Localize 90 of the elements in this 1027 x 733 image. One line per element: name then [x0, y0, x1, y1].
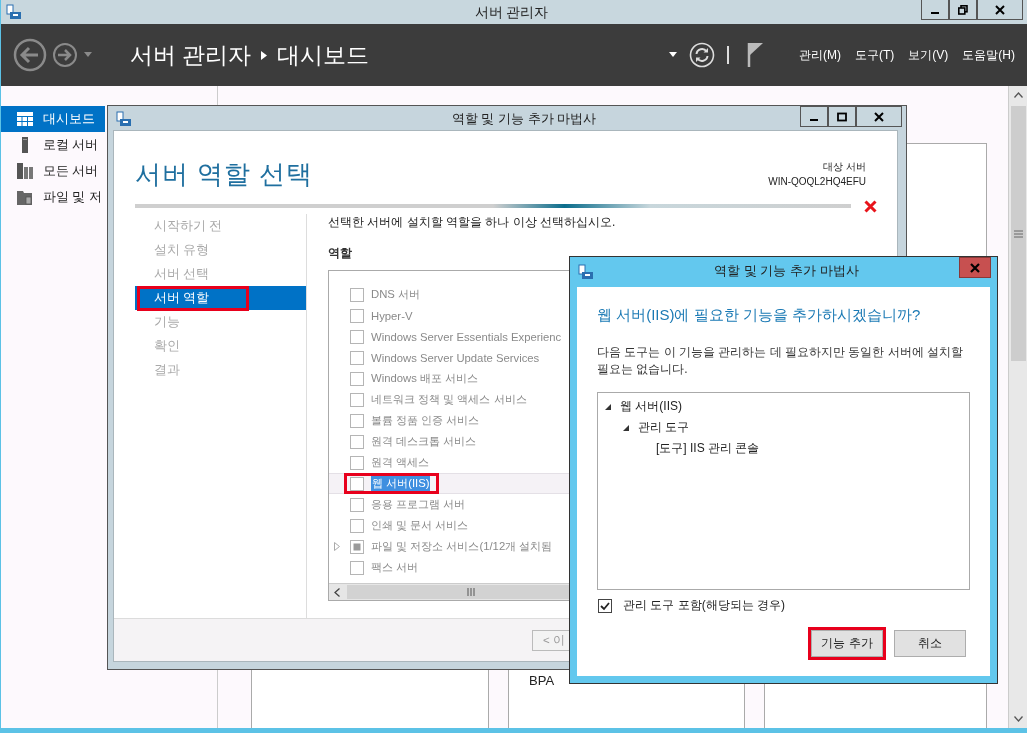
close-button[interactable]	[856, 106, 902, 127]
dialog-button[interactable]: 취소	[894, 630, 966, 657]
menu-item[interactable]: 보기(V)	[908, 46, 949, 64]
checkbox[interactable]	[350, 560, 364, 575]
flag-icon[interactable]	[747, 42, 765, 68]
dashboard-icon	[17, 112, 33, 126]
checkbox[interactable]	[350, 455, 364, 470]
window-title: 역할 및 기능 추가 마법사	[450, 110, 598, 128]
dialog-button[interactable]: 기능 추가	[811, 630, 883, 657]
close-icon	[995, 4, 1005, 15]
menu-item[interactable]: 도구(T)	[855, 46, 895, 64]
checkbox[interactable]	[350, 413, 364, 428]
sidebar-item[interactable]: 로컬 서버	[1, 132, 105, 158]
minimize-button[interactable]	[800, 106, 828, 127]
grip-icon[interactable]	[467, 588, 476, 596]
checkbox[interactable]	[350, 350, 364, 365]
role-item[interactable]: 응용 프로그램 서버	[329, 494, 667, 515]
wizard-step[interactable]: 기능	[135, 310, 306, 334]
server-manager-icon	[6, 4, 22, 20]
tree-item[interactable]: [도구] IIS 관리 콘솔	[656, 440, 760, 457]
instruction-text: 선택한 서버에 설치할 역할을 하나 이상 선택하십시오.	[328, 214, 617, 230]
vertical-scrollbar[interactable]	[1008, 86, 1027, 728]
servers-icon	[17, 163, 33, 179]
maximize-icon	[837, 111, 847, 122]
checkbox[interactable]	[350, 287, 364, 302]
window-title: 역할 및 기능 추가 마법사	[713, 262, 860, 280]
dialog-message: 다음 도구는 이 기능을 관리하는 데 필요하지만 동일한 서버에 설치할 필요는 없습니다.	[597, 344, 964, 378]
window-title: 서버 관리자	[473, 3, 550, 22]
folder-icon	[17, 189, 33, 205]
checkbox[interactable]	[350, 497, 364, 512]
role-item[interactable]: 파일 및 저장소 서비스(1/12개 설치됨	[329, 536, 667, 557]
wizard-icon	[116, 111, 132, 127]
minimize-icon	[931, 12, 939, 14]
minimize-button[interactable]	[921, 0, 949, 20]
wizard-icon	[578, 264, 594, 280]
checkbox[interactable]	[350, 434, 364, 449]
breadcrumb-item[interactable]: 대시보드	[277, 39, 370, 71]
refresh-icon[interactable]	[689, 42, 715, 68]
tree-item[interactable]: 웹 서버(IIS)	[620, 398, 682, 415]
checkbox[interactable]	[350, 539, 364, 554]
close-button[interactable]	[977, 0, 1023, 20]
role-item[interactable]: 팩스 서버	[329, 557, 667, 578]
checkbox[interactable]	[598, 598, 612, 613]
wizard-step[interactable]: 확인	[135, 334, 306, 358]
back-icon[interactable]	[13, 38, 47, 72]
wizard-step[interactable]: 서버 역할	[135, 286, 306, 310]
checkbox-label[interactable]: 관리 도구 포함(해당되는 경우)	[623, 597, 785, 614]
scroll-thumb[interactable]	[1010, 106, 1026, 361]
caret-icon[interactable]	[669, 52, 677, 58]
target-label: 대상 서버	[823, 160, 866, 174]
close-icon	[874, 111, 884, 122]
caret-right-icon	[261, 50, 268, 60]
scroll-up-icon[interactable]	[1013, 92, 1023, 98]
grip-icon[interactable]	[1013, 229, 1023, 238]
role-item[interactable]: 인쇄 및 문서 서비스	[329, 515, 667, 536]
sidebar-item[interactable]: 모든 서버	[1, 158, 105, 184]
maximize-button[interactable]	[828, 106, 856, 127]
wizard-step[interactable]: 시작하기 전	[135, 214, 306, 238]
restore-icon	[958, 4, 968, 15]
checkbox[interactable]	[350, 329, 364, 344]
column-header: 역할	[328, 245, 353, 262]
menu-item[interactable]: 관리(M)	[799, 46, 841, 64]
page-heading: 서버 역할 선택	[135, 158, 314, 191]
tile-text: BPA	[529, 673, 555, 688]
close-icon	[970, 262, 980, 273]
scroll-down-icon[interactable]	[1013, 716, 1023, 722]
wizard-step[interactable]: 설치 유형	[135, 238, 306, 262]
minimize-icon	[810, 119, 818, 121]
expand-icon[interactable]	[622, 423, 630, 432]
tree-item[interactable]: 관리 도구	[638, 419, 690, 436]
forward-icon[interactable]	[52, 42, 78, 68]
sidebar-item[interactable]: 대시보드	[1, 106, 105, 132]
role-item[interactable]: Windows Server Essentials Experienc	[329, 326, 667, 347]
dialog-question: 웹 서버(IIS)에 필요한 기능을 추가하시겠습니까?	[597, 306, 922, 325]
role-item[interactable]: DNS 서버	[329, 284, 667, 305]
target-server: WIN-QOQL2HQ4EFU	[768, 176, 866, 187]
wizard-step[interactable]: 결과	[135, 358, 306, 382]
checkbox[interactable]	[350, 392, 364, 407]
sidebar-item[interactable]: 파일 및 저	[1, 184, 105, 210]
checkbox[interactable]	[350, 371, 364, 386]
checkbox[interactable]	[350, 518, 364, 533]
wizard-step[interactable]: 서버 선택	[135, 262, 306, 286]
checkbox[interactable]	[350, 308, 364, 323]
cross-icon	[864, 199, 877, 213]
restore-button[interactable]	[949, 0, 977, 20]
menu-item[interactable]: 도움말(H)	[962, 46, 1015, 64]
scroll-left-icon[interactable]	[334, 587, 340, 597]
expand-icon[interactable]	[604, 402, 612, 411]
breadcrumb-item[interactable]: 서버 관리자	[130, 39, 252, 71]
checkbox[interactable]	[350, 476, 364, 491]
